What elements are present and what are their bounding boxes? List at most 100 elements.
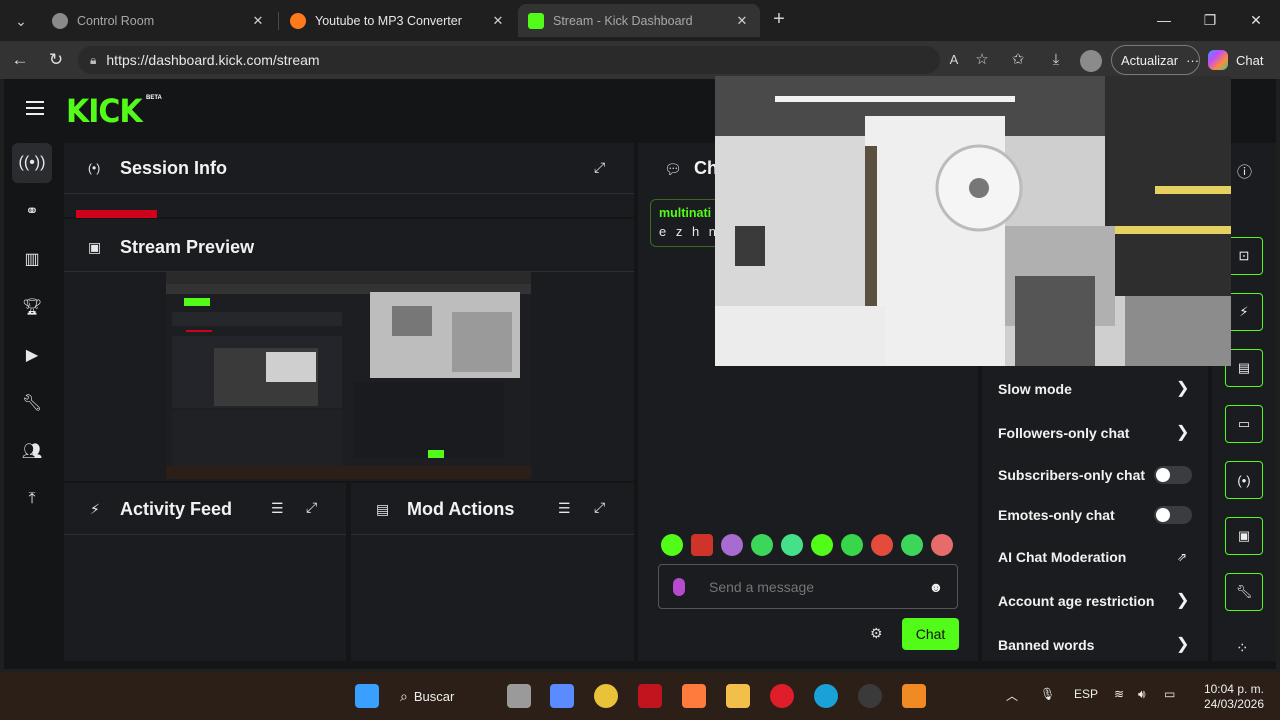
- divider: [351, 534, 634, 535]
- info-icon[interactable]: ⓘ: [1237, 161, 1252, 182]
- emote-icon[interactable]: [691, 534, 713, 556]
- emote-icon[interactable]: [901, 534, 923, 556]
- favorite-star-icon[interactable]: ☆: [970, 48, 994, 72]
- chart-icon[interactable]: ▥: [12, 239, 52, 279]
- tab-youtube-mp3[interactable]: Youtube to MP3 Converter ✕: [280, 4, 516, 37]
- chat-username[interactable]: multinati: [659, 206, 723, 220]
- emote-icon[interactable]: [781, 534, 803, 556]
- profile-avatar[interactable]: [1080, 50, 1102, 72]
- file-explorer-icon[interactable]: [726, 684, 750, 708]
- setting-followers-only[interactable]: Followers-only chat: [998, 425, 1129, 441]
- close-tab-icon[interactable]: ✕: [734, 13, 750, 29]
- popout-icon[interactable]: ⤢: [306, 499, 317, 516]
- more-dots-icon[interactable]: ···: [1186, 53, 1199, 68]
- close-tab-icon[interactable]: ✕: [490, 13, 506, 29]
- link-icon[interactable]: ⚭: [12, 191, 52, 231]
- wrench-icon[interactable]: 🔧︎: [1225, 573, 1263, 611]
- filter-icon[interactable]: ☰: [558, 500, 571, 517]
- site-info-icon[interactable]: 🔒︎: [90, 53, 96, 68]
- stream-preview-video[interactable]: [166, 272, 531, 479]
- tab-kick-dashboard[interactable]: Stream - Kick Dashboard ✕: [518, 4, 760, 37]
- emote-icon[interactable]: [721, 534, 743, 556]
- copilot-chat-button[interactable]: Chat: [1208, 46, 1274, 74]
- chat-message-field[interactable]: ☻: [658, 564, 958, 609]
- emote-icon[interactable]: [751, 534, 773, 556]
- netflix-icon[interactable]: [638, 684, 662, 708]
- emoji-picker-icon[interactable]: ☻: [927, 579, 945, 595]
- tab-control-room[interactable]: Control Room ✕: [42, 4, 276, 37]
- obs-icon[interactable]: [858, 684, 882, 708]
- downloads-icon[interactable]: ⤓: [1044, 48, 1068, 72]
- task-view-icon[interactable]: [507, 684, 531, 708]
- emote-icon[interactable]: [661, 534, 683, 556]
- chat-message-input[interactable]: [709, 578, 927, 595]
- gear-icon[interactable]: ⚙: [870, 625, 883, 642]
- favorites-list-icon[interactable]: ✩: [1006, 48, 1030, 72]
- setting-account-age[interactable]: Account age restriction: [998, 593, 1154, 609]
- external-link-icon[interactable]: ⇗: [1177, 550, 1187, 564]
- stream-icon[interactable]: ((•)): [12, 143, 52, 183]
- users-icon[interactable]: 👥︎: [12, 431, 52, 471]
- video-camera-icon[interactable]: ▣: [1225, 517, 1263, 555]
- preview-thumbnail: [166, 272, 531, 479]
- url-bar[interactable]: 🔒︎ https://dashboard.kick.com/stream: [78, 46, 940, 74]
- volume-icon[interactable]: 🔊︎: [1138, 687, 1146, 702]
- taskbar-search[interactable]: ⌕ Buscar: [400, 680, 498, 712]
- windows-start-icon[interactable]: [355, 684, 379, 708]
- chrome-icon[interactable]: [594, 684, 618, 708]
- youtube-music-icon[interactable]: [770, 684, 794, 708]
- setting-ai-moderation[interactable]: AI Chat Moderation: [998, 549, 1126, 565]
- new-tab-plus-icon[interactable]: +: [768, 9, 790, 31]
- chevron-right-icon[interactable]: ❯: [1176, 422, 1189, 442]
- left-rail: ((•)) ⚭ ▥ 🏆︎ ▶ 🔧︎ 👥︎ ⤒: [4, 141, 60, 669]
- minimize-icon[interactable]: —: [1152, 8, 1176, 32]
- copilot-app-icon[interactable]: [550, 684, 574, 708]
- restore-icon[interactable]: ❐: [1198, 8, 1222, 32]
- wrench-icon[interactable]: 🔧︎: [12, 383, 52, 423]
- back-arrow-icon[interactable]: ←: [8, 48, 32, 72]
- upload-icon[interactable]: ⤒: [12, 479, 52, 519]
- chat-message-text: e z h n a: [659, 224, 723, 239]
- emote-icon[interactable]: [931, 534, 953, 556]
- menu-hamburger-icon[interactable]: [26, 101, 44, 115]
- setting-slow-mode[interactable]: Slow mode: [998, 381, 1072, 397]
- app-icon[interactable]: [682, 684, 706, 708]
- edge-icon[interactable]: [814, 684, 838, 708]
- wifi-icon[interactable]: ≋: [1114, 687, 1124, 701]
- close-tab-icon[interactable]: ✕: [250, 13, 266, 29]
- tray-expand-icon[interactable]: ︿: [1006, 687, 1018, 704]
- language-indicator[interactable]: ESP: [1074, 687, 1098, 701]
- windows-taskbar: ⌕ Buscar ︿ 🎙︎ ESP ≋ 🔊︎ ▭ 10:04 p. m. 24/…: [0, 672, 1280, 720]
- emote-icon[interactable]: [841, 534, 863, 556]
- microphone-icon[interactable]: [673, 577, 685, 596]
- more-apps-icon[interactable]: ⁘: [1236, 639, 1249, 657]
- subscribers-only-toggle[interactable]: [1154, 466, 1192, 484]
- setting-banned-words[interactable]: Banned words: [998, 637, 1094, 653]
- broadcast-icon[interactable]: (•): [1225, 461, 1263, 499]
- emotes-only-toggle[interactable]: [1154, 506, 1192, 524]
- close-window-icon[interactable]: ✕: [1244, 8, 1268, 32]
- tab-actions-chevron-icon[interactable]: ⌄: [8, 8, 34, 34]
- clock-time: 10:04 p. m.: [1203, 682, 1264, 696]
- read-aloud-icon[interactable]: A: [942, 48, 966, 72]
- kick-logo[interactable]: KICK: [66, 93, 143, 131]
- chevron-right-icon[interactable]: ❯: [1176, 634, 1189, 654]
- fl-studio-icon[interactable]: [902, 684, 926, 708]
- send-chat-button[interactable]: Chat: [902, 618, 959, 650]
- divider: [64, 193, 634, 194]
- chevron-right-icon[interactable]: ❯: [1176, 378, 1189, 398]
- taskbar-clock[interactable]: 10:04 p. m. 24/03/2026: [1196, 682, 1264, 712]
- microphone-icon[interactable]: 🎙︎: [1040, 687, 1055, 701]
- chevron-right-icon[interactable]: ❯: [1176, 590, 1189, 610]
- emote-icon[interactable]: [811, 534, 833, 556]
- video-icon[interactable]: ▶: [12, 335, 52, 375]
- emote-icon[interactable]: [871, 534, 893, 556]
- trophy-icon[interactable]: 🏆︎: [12, 287, 52, 327]
- filter-icon[interactable]: ☰: [271, 500, 284, 517]
- reload-icon[interactable]: ↻: [44, 48, 68, 72]
- chat-bubble-icon[interactable]: ▭: [1225, 405, 1263, 443]
- popout-icon[interactable]: ⤢: [594, 159, 605, 176]
- update-button[interactable]: Actualizar ···: [1111, 45, 1200, 75]
- popout-icon[interactable]: ⤢: [594, 499, 605, 516]
- battery-icon[interactable]: ▭: [1164, 687, 1175, 701]
